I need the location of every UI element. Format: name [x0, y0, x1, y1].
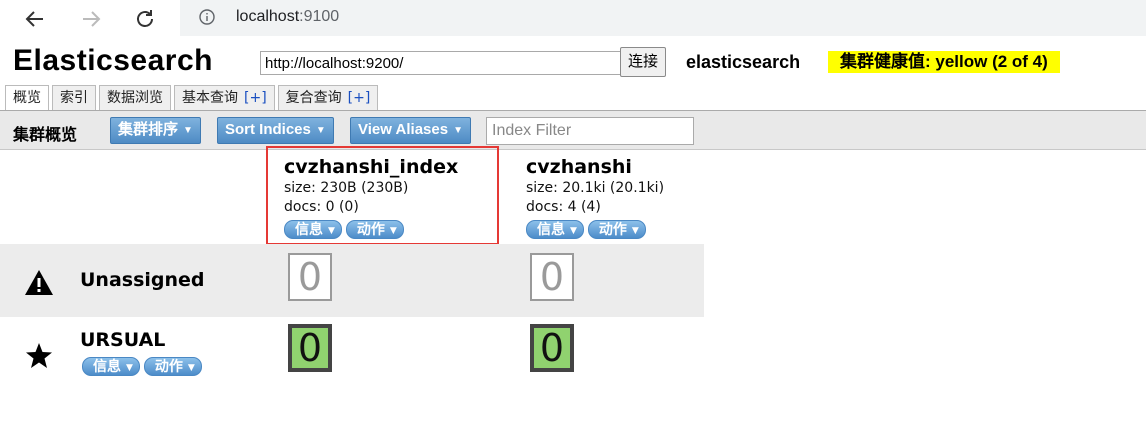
index-size: size: 20.1ki (20.1ki): [526, 180, 665, 196]
caret-down-icon: ▼: [126, 363, 133, 373]
node-name: URSUAL: [80, 329, 166, 351]
url-port: :9100: [299, 8, 340, 25]
tab-label: 索引: [60, 90, 88, 106]
highlight-box: [266, 146, 499, 245]
primary-shard[interactable]: 0: [530, 324, 574, 372]
node-actions: 信息 ▼ 动作 ▼: [82, 357, 206, 376]
node-info-button[interactable]: 信息 ▼: [82, 357, 140, 376]
overview-toolbar: 集群概览 集群排序 ▼ Sort Indices ▼ View Aliases ▼: [0, 111, 1146, 150]
index-info-button[interactable]: 信息 ▼: [526, 220, 584, 239]
button-label: 信息: [537, 222, 565, 238]
tab-browser[interactable]: 数据浏览: [99, 85, 171, 110]
reload-icon: [137, 10, 153, 27]
node-action-button[interactable]: 动作 ▼: [143, 357, 202, 376]
button-label: View Aliases: [358, 121, 449, 138]
star-icon: [26, 343, 52, 368]
unassigned-row: Unassigned 0 0: [0, 244, 704, 317]
tab-label: 复合查询: [285, 90, 342, 106]
forward-button[interactable]: [76, 4, 106, 34]
index-action-button[interactable]: 动作 ▼: [587, 220, 646, 239]
row-label: Unassigned: [80, 269, 205, 291]
caret-down-icon: ▼: [570, 226, 577, 236]
forward-arrow-icon: [83, 11, 101, 27]
index-actions: 信息 ▼ 动作 ▼: [526, 220, 664, 239]
button-label: 集群排序: [118, 121, 179, 138]
toolbar-title: 集群概览: [13, 125, 78, 144]
view-aliases-button[interactable]: View Aliases ▼: [350, 117, 471, 144]
tab-label: 概览: [13, 90, 41, 106]
tab-indices[interactable]: 索引: [52, 85, 96, 110]
tab-compound-query[interactable]: 复合查询 [+]: [277, 85, 379, 110]
button-label: 动作: [154, 359, 183, 375]
button-label: 信息: [93, 359, 121, 375]
main-tabs: 概览 索引 数据浏览 基本查询 [+] 复合查询 [+]: [5, 85, 381, 111]
url-host: localhost: [236, 8, 300, 25]
cluster-health-badge: 集群健康值: yellow (2 of 4): [828, 51, 1060, 73]
caret-down-icon: ▼: [631, 226, 639, 236]
tab-plus: [+]: [244, 90, 267, 106]
back-button[interactable]: [20, 4, 50, 34]
reload-button[interactable]: [130, 4, 160, 34]
caret-down-icon: ▼: [183, 125, 193, 136]
server-url-input[interactable]: [260, 51, 622, 75]
node-row: URSUAL 信息 ▼ 动作 ▼ 0 0: [0, 317, 704, 387]
tab-overview[interactable]: 概览: [5, 85, 49, 111]
button-label: Sort Indices: [225, 121, 311, 138]
unassigned-shard[interactable]: 0: [530, 253, 574, 301]
index-name: cvzhanshi: [526, 156, 632, 178]
caret-down-icon: ▼: [315, 125, 326, 136]
cluster-sort-button[interactable]: 集群排序 ▼: [110, 117, 201, 144]
primary-shard[interactable]: 0: [288, 324, 332, 372]
browser-toolbar: localhost:9100: [0, 0, 1146, 38]
caret-down-icon: ▼: [187, 363, 195, 373]
connect-button[interactable]: 连接: [620, 47, 667, 77]
sort-indices-button[interactable]: Sort Indices ▼: [217, 117, 334, 144]
caret-down-icon: ▼: [453, 125, 463, 136]
index-docs: docs: 4 (4): [526, 199, 601, 215]
warning-icon: [25, 270, 53, 295]
tab-basic-query[interactable]: 基本查询 [+]: [174, 85, 275, 110]
tab-plus: [+]: [347, 90, 371, 106]
app-title: Elasticsearch: [13, 44, 213, 77]
index-column: cvzhanshi size: 20.1ki (20.1ki) docs: 4 …: [526, 155, 664, 239]
cluster-name: elasticsearch: [686, 52, 801, 72]
button-label: 动作: [598, 222, 627, 238]
index-filter-input[interactable]: [486, 117, 694, 145]
tab-label: 基本查询: [182, 90, 238, 106]
url-text[interactable]: localhost:9100: [236, 8, 339, 26]
site-info-icon[interactable]: [199, 9, 215, 25]
unassigned-shard[interactable]: 0: [288, 253, 332, 301]
back-arrow-icon: [25, 11, 43, 27]
tab-label: 数据浏览: [107, 90, 163, 106]
